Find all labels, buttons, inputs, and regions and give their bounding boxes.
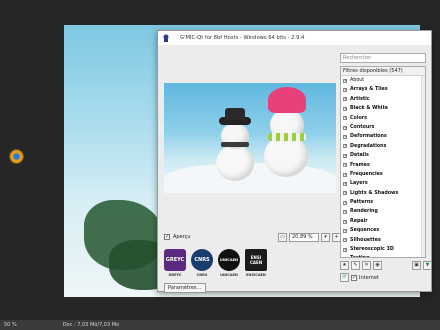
expand-icon[interactable]: ▣: [412, 261, 421, 270]
filter-category-label: Arrays & Tiles: [350, 87, 388, 93]
ensicaen-logo: ENSI CAEN ENSICAEN: [245, 249, 267, 277]
filter-category-label: Degradations: [350, 143, 387, 149]
filter-category-item[interactable]: + Stereoscopic 3D: [341, 245, 425, 254]
expand-plus-icon[interactable]: +: [343, 181, 347, 186]
expand-plus-icon[interactable]: +: [343, 88, 347, 93]
filter-category-label: Rendering: [350, 209, 378, 215]
preview-pane[interactable]: [164, 83, 336, 193]
unicaen-logo: UNICAEN UNICAEN: [218, 249, 240, 277]
filter-category-item[interactable]: + Sequences: [341, 226, 425, 235]
greyc-logo: GREYC GREYC: [164, 249, 186, 277]
filter-category-item[interactable]: + Patterns: [341, 198, 425, 207]
filter-category-label: Layers: [350, 181, 368, 187]
filter-category-label: Deformations: [350, 134, 387, 140]
filter-list[interactable]: Filtres disponibles (547) + About + Arrays …: [340, 66, 426, 258]
expand-plus-icon[interactable]: +: [343, 153, 347, 158]
expand-plus-icon[interactable]: +: [343, 228, 347, 233]
remove-icon[interactable]: ✕: [362, 261, 371, 270]
status-doc-size: Doc : 7,03 Mo/7,03 Mo: [62, 322, 120, 328]
filter-category-label: Testing: [350, 254, 370, 257]
expand-plus-icon[interactable]: +: [343, 191, 347, 196]
filter-category-item[interactable]: + Details: [341, 151, 425, 160]
expand-plus-icon[interactable]: +: [343, 125, 347, 130]
filter-category-item[interactable]: + Lights & Shadows: [341, 189, 425, 198]
expand-plus-icon[interactable]: +: [343, 97, 347, 102]
filter-category-label: Black & White: [350, 106, 388, 112]
filter-category-item[interactable]: +Testing: [341, 254, 425, 258]
status-bar: 50 % Doc : 7,03 Mo/7,03 Mo: [0, 320, 440, 330]
internet-row: ⟳ ✓ Internet: [340, 273, 379, 282]
preview-image: [164, 83, 336, 193]
filter-category-label: About: [350, 78, 365, 83]
filter-category-label: Silhouettes: [350, 237, 381, 243]
expand-plus-icon[interactable]: +: [344, 257, 347, 258]
collapse-icon[interactable]: ▼: [423, 261, 432, 270]
expand-plus-icon[interactable]: +: [343, 200, 347, 205]
filter-category-item[interactable]: + Rendering: [341, 207, 425, 216]
expand-plus-icon[interactable]: +: [343, 144, 347, 149]
expand-plus-icon[interactable]: +: [343, 172, 347, 177]
filter-category-label: Contours: [350, 124, 375, 130]
update-icon[interactable]: ⟳: [340, 273, 349, 282]
expand-plus-icon[interactable]: +: [343, 247, 347, 252]
filter-category-item[interactable]: + Frequencies: [341, 170, 425, 179]
preview-label: Aperçu: [173, 234, 191, 240]
internet-label: Internet: [359, 274, 379, 281]
partner-logos: GREYC GREYC CNRS CNRS UNICAEN UNICAEN EN…: [164, 249, 267, 277]
filter-category-label: Frequencies: [350, 171, 383, 177]
filter-category-item[interactable]: + Black & White: [341, 104, 425, 113]
expand-plus-icon[interactable]: +: [343, 106, 347, 111]
filter-category-label: Sequences: [350, 228, 380, 234]
filter-category-label: Frames: [350, 162, 370, 168]
preview-checkbox[interactable]: ✓: [164, 234, 170, 240]
internet-checkbox[interactable]: ✓: [351, 274, 357, 281]
status-zoom: 50 %: [4, 322, 17, 328]
expand-plus-icon[interactable]: +: [343, 219, 347, 224]
window-titlebar[interactable]: G'MIC-Qt for 8bf Hosts - Windows 64 bits…: [158, 31, 431, 45]
filter-category-item[interactable]: + Deformations: [341, 132, 425, 141]
expand-plus-icon[interactable]: +: [343, 210, 347, 215]
filter-list-scrollbar[interactable]: [421, 76, 425, 257]
zoom-value-field[interactable]: 20,89 %: [289, 233, 319, 242]
rename-icon[interactable]: ✎: [351, 261, 360, 270]
filter-category-item[interactable]: + Contours: [341, 123, 425, 132]
filter-category-item[interactable]: + About: [341, 76, 425, 85]
color-wheel-icon[interactable]: [9, 149, 24, 164]
filter-category-label: Details: [350, 153, 369, 159]
expand-plus-icon[interactable]: +: [343, 135, 347, 140]
filter-category-label: Colors: [350, 115, 367, 121]
filter-category-label: Artistic: [350, 96, 370, 102]
expand-plus-icon[interactable]: +: [343, 163, 347, 168]
filter-category-item[interactable]: + Silhouettes: [341, 236, 425, 245]
preview-toggle-row: ✓ Aperçu: [164, 234, 191, 240]
gmic-logo-icon: [163, 34, 169, 42]
filter-category-item[interactable]: + Frames: [341, 161, 425, 170]
filter-items: + About + Arrays & Tiles + Artistic + Black & W…: [341, 76, 425, 258]
filter-category-label: Lights & Shadows: [350, 190, 399, 196]
filter-category-label: Repair: [350, 218, 368, 224]
filter-category-item[interactable]: + Repair: [341, 217, 425, 226]
gmic-window: G'MIC-Qt for 8bf Hosts - Windows 64 bits…: [157, 30, 432, 293]
filter-category-label: Stereoscopic 3D: [350, 247, 394, 253]
zoom-dropdown-icon[interactable]: ▾: [321, 233, 330, 242]
zoom-fit-button[interactable]: ▭: [278, 233, 287, 242]
visibility-icon[interactable]: ◉: [373, 261, 382, 270]
filter-category-item[interactable]: + Arrays & Tiles: [341, 85, 425, 94]
window-title: G'MIC-Qt for 8bf Hosts - Windows 64 bits…: [180, 35, 305, 41]
favorite-icon[interactable]: ★: [340, 261, 349, 270]
parameters-button[interactable]: Paramètres...: [164, 283, 206, 293]
filter-category-label: Patterns: [350, 200, 374, 206]
filter-category-item[interactable]: + Layers: [341, 179, 425, 188]
filter-search-input[interactable]: Rechercher: [340, 53, 426, 63]
cnrs-logo: CNRS CNRS: [191, 249, 213, 277]
filter-category-item[interactable]: + Colors: [341, 114, 425, 123]
filter-actions: ★ ✎ ✕ ◉ ▣ ▼: [340, 261, 432, 270]
filter-list-header: Filtres disponibles (547): [341, 67, 425, 76]
expand-plus-icon[interactable]: +: [343, 238, 347, 243]
filter-category-item[interactable]: + Degradations: [341, 142, 425, 151]
expand-plus-icon[interactable]: +: [343, 116, 347, 121]
filter-category-item[interactable]: + Artistic: [341, 95, 425, 104]
expand-plus-icon[interactable]: +: [343, 78, 347, 83]
